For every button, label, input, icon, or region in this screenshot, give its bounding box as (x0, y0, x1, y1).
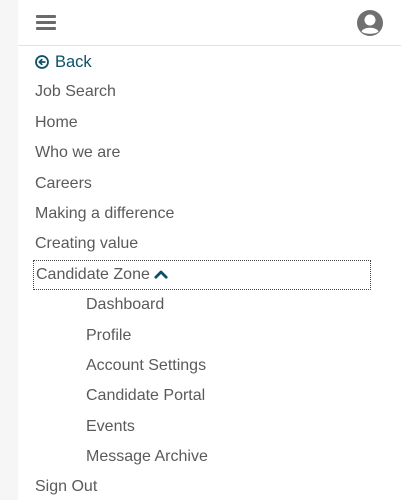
left-gutter (0, 0, 18, 500)
menu-item-job-search[interactable]: Job Search (35, 77, 375, 107)
menu-item-making-a-difference[interactable]: Making a difference (35, 199, 375, 229)
circle-arrow-left-icon (35, 55, 49, 69)
top-header (18, 0, 401, 46)
back-link[interactable]: Back (35, 47, 375, 77)
submenu-item-events[interactable]: Events (35, 412, 375, 442)
user-avatar-icon[interactable] (356, 9, 384, 37)
menu-item-sign-out[interactable]: Sign Out (35, 472, 375, 500)
menu-item-careers[interactable]: Careers (35, 169, 375, 199)
page: Back Job Search Home Who we are Careers … (0, 0, 419, 500)
menu-item-candidate-zone[interactable]: Candidate Zone (33, 259, 371, 291)
menu-item-creating-value[interactable]: Creating value (35, 229, 375, 259)
submenu-item-profile[interactable]: Profile (35, 321, 375, 351)
menu-item-who-we-are[interactable]: Who we are (35, 138, 375, 168)
hamburger-menu-icon[interactable] (36, 15, 56, 31)
candidate-zone-label: Candidate Zone (36, 265, 150, 283)
submenu-item-message-archive[interactable]: Message Archive (35, 442, 375, 472)
submenu-item-dashboard[interactable]: Dashboard (35, 290, 375, 320)
submenu-item-candidate-portal[interactable]: Candidate Portal (35, 381, 375, 411)
submenu-item-account-settings[interactable]: Account Settings (35, 351, 375, 381)
back-label: Back (55, 53, 92, 71)
menu-item-home[interactable]: Home (35, 108, 375, 138)
navigation-menu: Back Job Search Home Who we are Careers … (33, 47, 375, 500)
chevron-up-icon (154, 270, 168, 279)
